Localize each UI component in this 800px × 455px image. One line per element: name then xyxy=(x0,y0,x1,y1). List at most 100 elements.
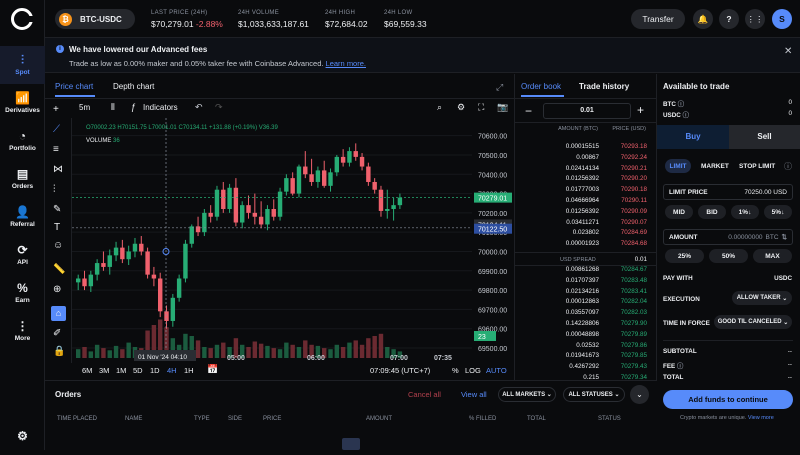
ask-row[interactable]: 0.01256392 70290.20 xyxy=(515,175,657,186)
order-type-limit[interactable]: LIMIT xyxy=(665,159,691,173)
ask-row[interactable]: 0.00867 70292.24 xyxy=(515,154,657,165)
amount-50-button[interactable]: 50% xyxy=(709,249,748,263)
redo-icon[interactable]: ↷ xyxy=(215,102,223,113)
bid-row[interactable]: 0.00048898 70279.89 xyxy=(515,331,657,342)
range-4h[interactable]: 4H xyxy=(167,366,184,375)
close-icon[interactable]: ✕ xyxy=(784,46,792,57)
pencil-lock-icon[interactable]: ✐ xyxy=(53,328,61,339)
sidebar-item-derivatives[interactable]: 📶 Derivatives xyxy=(0,84,45,122)
price-bid-button[interactable]: BID xyxy=(698,205,726,219)
coinbase-logo-icon[interactable] xyxy=(11,8,34,30)
pattern-icon[interactable]: ⋈ xyxy=(53,164,63,175)
decrease-increment-button[interactable]: − xyxy=(525,104,532,118)
price-1pct-button[interactable]: 1%↓ xyxy=(731,205,759,219)
ask-row[interactable]: 0.03411271 70290.07 xyxy=(515,219,657,230)
collapse-chevron-icon[interactable]: ⌄ xyxy=(630,385,649,404)
camera-icon[interactable]: 📷 xyxy=(497,102,508,113)
brush-icon[interactable]: ✎ xyxy=(53,204,61,215)
limit-price-field[interactable]: LIMIT PRICE 70250.00 USD xyxy=(663,184,793,200)
add-funds-button[interactable]: Add funds to continue xyxy=(663,390,793,409)
settings-gear-icon[interactable]: ⚙ xyxy=(457,102,465,113)
increase-increment-button[interactable]: + xyxy=(637,103,644,117)
ruler-icon[interactable]: 📏 xyxy=(53,264,65,275)
sidebar-item-referral[interactable]: 👤 Referral xyxy=(0,198,45,236)
bid-row[interactable]: 0.01707397 70283.48 xyxy=(515,277,657,288)
interval-select[interactable]: 5m xyxy=(79,103,90,112)
fullscreen-icon[interactable]: ⛶ xyxy=(478,102,484,113)
bid-row[interactable]: 0.4267292 70279.43 xyxy=(515,363,657,374)
indicators-icon[interactable]: ƒ xyxy=(131,102,136,112)
view-more-link[interactable]: View more xyxy=(748,415,774,421)
execution-select[interactable]: ALLOW TAKER ⌄ xyxy=(732,291,792,305)
learn-more-link[interactable]: Learn more. xyxy=(326,59,366,68)
sidebar-item-earn[interactable]: % Earn xyxy=(0,274,45,312)
emoji-icon[interactable]: ☺ xyxy=(53,240,63,251)
magnet-icon[interactable]: ⌂ xyxy=(51,306,66,321)
bid-row[interactable]: 0.00861268 70284.67 xyxy=(515,266,657,277)
tab-price-chart[interactable]: Price chart xyxy=(55,82,93,91)
zoom-in-icon[interactable]: ⊕ xyxy=(53,284,61,295)
range-6m[interactable]: 6M xyxy=(82,366,99,375)
transfer-button[interactable]: Transfer xyxy=(631,9,685,29)
ask-row[interactable]: 0.00015515 70293.18 xyxy=(515,143,657,154)
tab-trade-history[interactable]: Trade history xyxy=(579,82,629,91)
avatar[interactable]: S xyxy=(772,9,792,29)
tif-select[interactable]: GOOD TIL CANCELED ⌄ xyxy=(714,315,792,329)
price-5pct-button[interactable]: 5%↓ xyxy=(764,205,792,219)
range-5d[interactable]: 5D xyxy=(133,366,150,375)
increment-value[interactable]: 0.01 xyxy=(543,103,631,119)
sidebar-item-spot[interactable]: ⫶ Spot xyxy=(0,46,45,84)
bid-row[interactable]: 0.02532 70279.86 xyxy=(515,342,657,353)
amount-25-button[interactable]: 25% xyxy=(665,249,704,263)
bid-row[interactable]: 0.14228806 70279.90 xyxy=(515,320,657,331)
tab-depth-chart[interactable]: Depth chart xyxy=(113,82,154,91)
log-button[interactable]: LOG xyxy=(465,366,481,375)
pay-with-value[interactable]: USDC xyxy=(774,275,792,282)
amount-field[interactable]: AMOUNT 0.00000000 BTC ⇅ xyxy=(663,229,793,245)
range-1m[interactable]: 1M xyxy=(116,366,133,375)
ask-row[interactable]: 0.01256392 70290.09 xyxy=(515,208,657,219)
range-1h[interactable]: 1H xyxy=(184,366,201,375)
crosshair-icon[interactable]: + xyxy=(53,104,59,115)
undo-icon[interactable]: ↶ xyxy=(195,102,203,113)
lock-icon[interactable]: 🔒 xyxy=(53,346,65,357)
sidebar-item-orders[interactable]: ▤ Orders xyxy=(0,160,45,198)
range-1d[interactable]: 1D xyxy=(150,366,167,375)
bid-row[interactable]: 0.01941673 70279.85 xyxy=(515,352,657,363)
calendar-icon[interactable]: 📅 xyxy=(207,364,218,375)
bid-row[interactable]: 0.00012863 70282.04 xyxy=(515,298,657,309)
ask-row[interactable]: 0.04666964 70290.11 xyxy=(515,197,657,208)
markets-filter[interactable]: ALL MARKETS ⌄ xyxy=(498,387,556,402)
settings-gear-icon[interactable]: ⚙ xyxy=(0,417,45,455)
cancel-all-button[interactable]: Cancel all xyxy=(408,390,441,399)
status-filter[interactable]: ALL STATUSES ⌄ xyxy=(563,387,625,402)
text-tool-icon[interactable]: T xyxy=(54,222,60,233)
range-3m[interactable]: 3M xyxy=(99,366,116,375)
bid-row[interactable]: 0.02134216 70283.41 xyxy=(515,288,657,299)
ask-row[interactable]: 0.023802 70284.69 xyxy=(515,229,657,240)
ask-row[interactable]: 0.01777003 70290.18 xyxy=(515,186,657,197)
price-mid-button[interactable]: MID xyxy=(665,205,693,219)
pair-selector-button[interactable]: ₿ BTC-USDC xyxy=(55,9,135,29)
fib-icon[interactable]: ⫶ xyxy=(53,184,56,195)
help-icon[interactable]: ? xyxy=(719,9,739,29)
ask-row[interactable]: 0.00001923 70284.68 xyxy=(515,240,657,251)
help-circle-icon[interactable]: ⓘ xyxy=(784,161,792,172)
expand-icon[interactable]: ⤢ xyxy=(496,82,503,93)
sidebar-item-portfolio[interactable]: ◔ Portfolio xyxy=(0,122,45,160)
candlestick-chart[interactable]: 70600.0070500.0070400.0070300.0070200.00… xyxy=(72,118,512,363)
percent-button[interactable]: % xyxy=(452,366,459,375)
zoom-search-icon[interactable]: ⌕ xyxy=(437,102,442,113)
amount-max-button[interactable]: MAX xyxy=(753,249,792,263)
buy-tab[interactable]: Buy xyxy=(657,125,729,149)
sell-tab[interactable]: Sell xyxy=(729,125,800,149)
bid-row[interactable]: 0.03557097 70282.03 xyxy=(515,309,657,320)
view-all-link[interactable]: View all xyxy=(461,390,487,399)
candle-type-icon[interactable]: ⫴ xyxy=(111,102,115,113)
tab-order-book[interactable]: Order book xyxy=(521,82,561,91)
sidebar-item-api[interactable]: ⟳ API xyxy=(0,236,45,274)
order-type-stop-limit[interactable]: STOP LIMIT xyxy=(739,163,775,170)
bell-icon[interactable]: 🔔 xyxy=(693,9,713,29)
order-type-market[interactable]: MARKET xyxy=(701,163,729,170)
auto-button[interactable]: AUTO xyxy=(486,366,507,375)
